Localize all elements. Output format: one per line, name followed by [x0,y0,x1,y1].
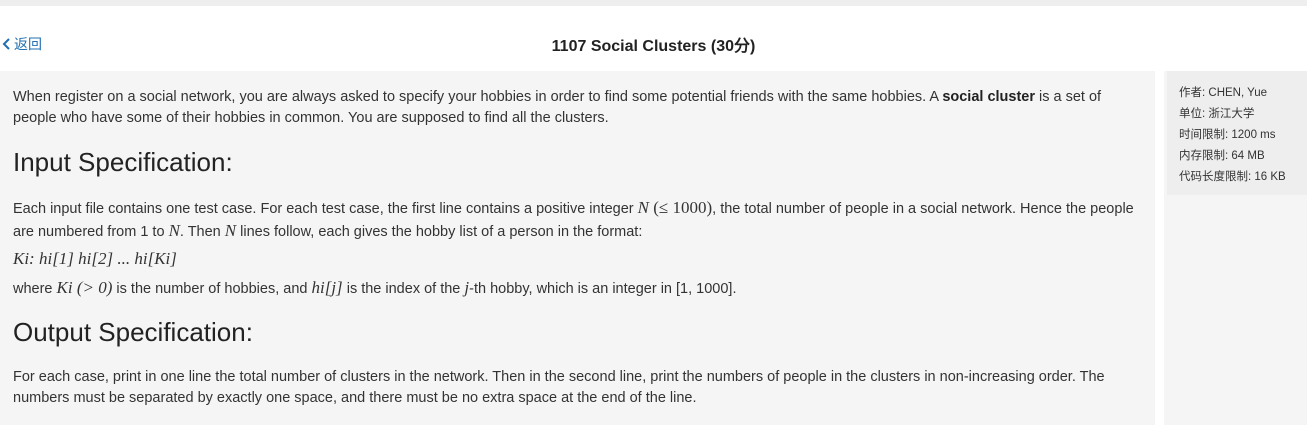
input-text: . Then [179,224,225,240]
problem-info-panel: 作者: CHEN, Yue 单位: 浙江大学 时间限制: 1200 ms 内存限… [1167,71,1307,195]
math-Ki: Ki (> 0) [56,278,113,297]
gutter [1155,71,1164,425]
output-paragraph: For each case, print in one line the tot… [13,369,1105,406]
where-text: where [13,281,57,297]
where-text: is the index of the [342,281,465,297]
info-unit: 单位: 浙江大学 [1179,108,1255,120]
info-time-limit: 时间限制: 1200 ms [1179,129,1276,141]
math-format: Ki: hi[1] hi[2] ... hi[Ki] [13,249,177,268]
math-N: N [168,221,180,240]
math-hij: hi[j] [311,278,343,297]
input-text: Each input file contains one test case. … [13,201,638,217]
math-N: N [637,198,649,217]
input-heading: Input Specification: [13,147,233,177]
problem-intro: When register on a social network, you a… [13,87,1148,129]
problem-content: When register on a social network, you a… [0,71,1155,425]
info-memory-limit: 内存限制: 64 MB [1179,150,1265,162]
output-heading: Output Specification: [13,317,253,347]
header-bar: 返回 1107 Social Clusters (30分) [0,6,1307,71]
input-text: lines follow, each gives the hobby list … [236,224,643,240]
math-N: N [224,221,237,240]
input-paragraph: Each input file contains one test case. … [13,197,1148,243]
info-code-limit: 代码长度限制: 16 KB [1179,171,1286,183]
where-text: -th hobby, which is an integer in [1, 10… [469,281,737,297]
info-author: 作者: CHEN, Yue [1179,87,1267,99]
format-line: Ki: hi[1] hi[2] ... hi[Ki] [13,248,1148,271]
where-paragraph: where Ki (> 0) is the number of hobbies,… [13,277,1148,300]
intro-text: When register on a social network, you a… [13,89,943,105]
page-title: 1107 Social Clusters (30分) [551,38,756,55]
intro-bold-term: social cluster [942,89,1035,105]
where-text: is the number of hobbies, and [112,281,312,297]
math-constraint: (≤ 1000) [649,198,713,217]
